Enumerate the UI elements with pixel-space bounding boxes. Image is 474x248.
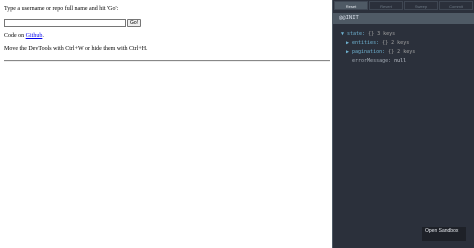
state-tree: ▼ state: {} 3 keys ▶ entities: {} 2 keys ▶… <box>333 24 474 66</box>
devtools-hint: Move the DevTools with Ctrl+W or hide th… <box>4 46 148 52</box>
code-on-suffix: . <box>42 33 44 39</box>
action-header[interactable]: @@INIT <box>333 13 474 24</box>
commit-button[interactable]: Commit <box>439 1 473 10</box>
tree-value: {} 2 keys <box>382 40 410 46</box>
reset-button[interactable]: Reset <box>334 1 368 10</box>
tree-key: state <box>347 31 363 37</box>
tree-value: {} 2 keys <box>388 49 416 55</box>
tree-key: entities <box>352 40 377 46</box>
github-link[interactable]: Github <box>26 33 43 39</box>
divider <box>4 60 330 62</box>
tree-key: errorMessage <box>352 58 389 64</box>
sweep-button[interactable]: Sweep <box>404 1 438 10</box>
devtools-toolbar: Reset Revert Sweep Commit <box>334 1 474 10</box>
tree-key: pagination <box>352 49 383 55</box>
tree-row-entities[interactable]: ▶ entities: {} 2 keys <box>341 39 474 48</box>
tree-row-state[interactable]: ▼ state: {} 3 keys <box>341 30 474 39</box>
search-form: Go! <box>4 19 142 27</box>
code-on-text: Code on Github. <box>4 33 44 39</box>
code-on-prefix: Code on <box>4 33 26 39</box>
repo-input[interactable] <box>4 19 126 27</box>
revert-button[interactable]: Revert <box>369 1 403 10</box>
open-sandbox-button[interactable]: Open Sandbox <box>422 227 466 241</box>
tree-row-pagination[interactable]: ▶ pagination: {} 2 keys <box>341 48 474 57</box>
app-main: Type a username or repo full name and hi… <box>0 0 332 248</box>
go-button[interactable]: Go! <box>127 19 142 27</box>
tree-row-error-message: errorMessage: null <box>352 58 407 64</box>
tree-value: {} 3 keys <box>368 31 396 37</box>
instruction-text: Type a username or repo full name and hi… <box>4 6 119 12</box>
tree-value: null <box>394 58 407 64</box>
redux-devtools-panel: Reset Revert Sweep Commit @@INIT ▼ state:… <box>332 0 474 248</box>
